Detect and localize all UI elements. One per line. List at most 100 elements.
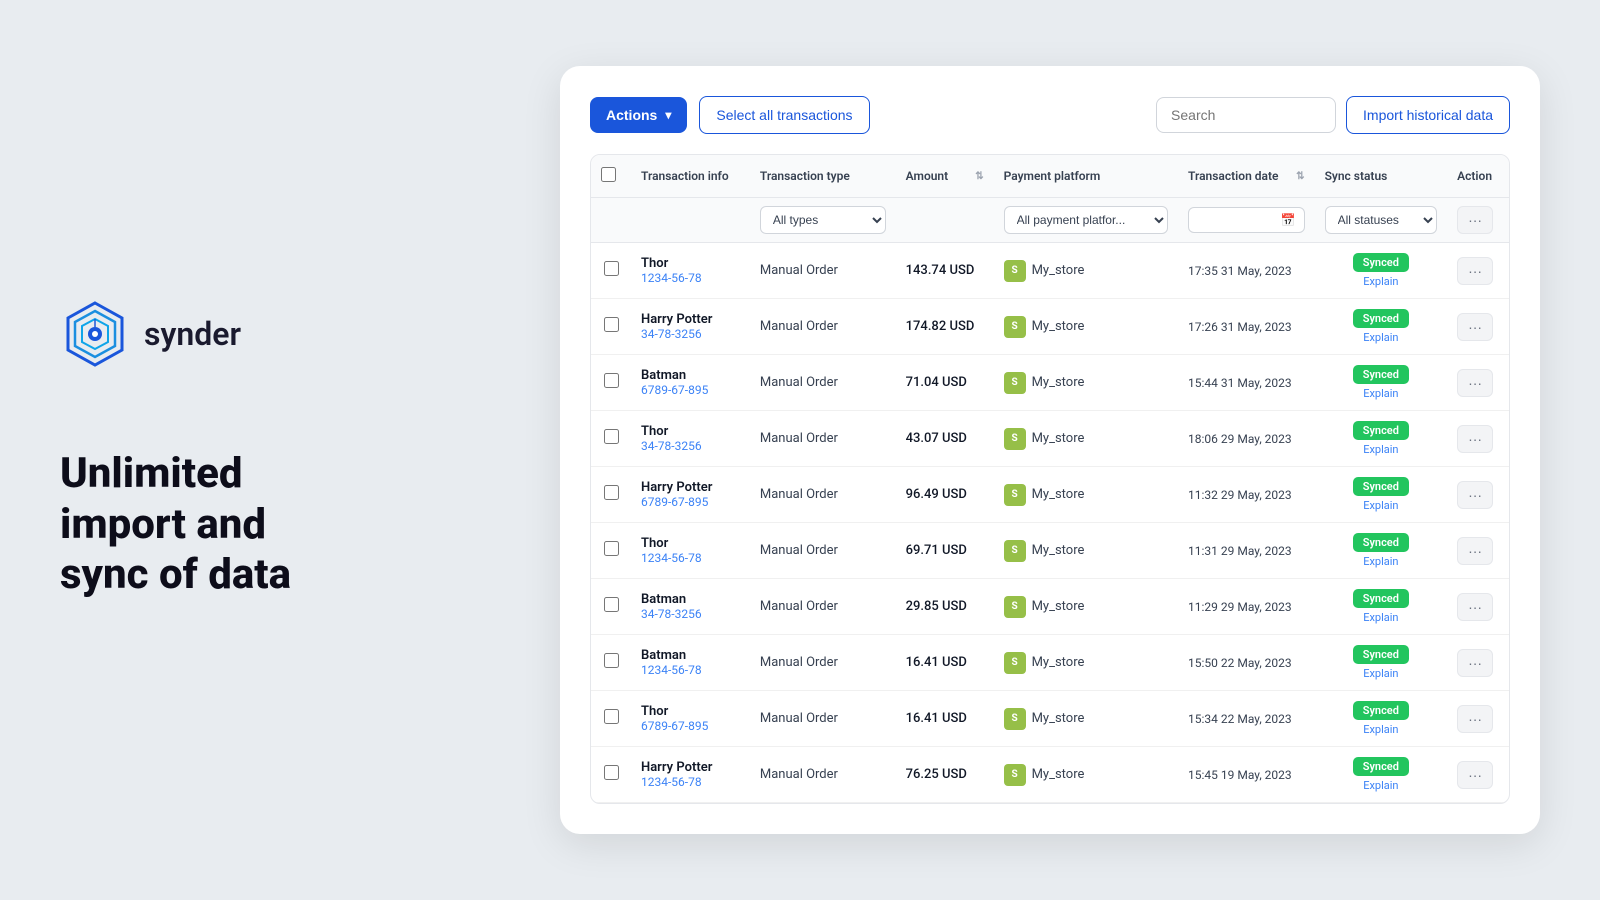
synced-badge: Synced (1353, 421, 1409, 440)
row-id[interactable]: 1234-56-78 (641, 551, 740, 565)
row-checkbox-6[interactable] (604, 597, 619, 612)
row-id[interactable]: 34-78-3256 (641, 607, 740, 621)
row-amount: 16.41 USD (896, 691, 994, 747)
row-more-button[interactable]: ··· (1457, 481, 1493, 509)
row-type: Manual Order (750, 243, 896, 299)
transactions-table: Transaction info Transaction type Amount… (591, 155, 1509, 803)
search-input[interactable] (1156, 97, 1336, 133)
row-more-button[interactable]: ··· (1457, 761, 1493, 789)
row-id[interactable]: 1234-56-78 (641, 271, 740, 285)
filter-amount-cell (896, 198, 994, 243)
row-id[interactable]: 1234-56-78 (641, 775, 740, 789)
row-id[interactable]: 6789-67-895 (641, 383, 740, 397)
row-sync-status: Synced Explain (1315, 467, 1448, 523)
row-transaction-info: Harry Potter 6789-67-895 (631, 467, 750, 523)
row-checkbox-cell (591, 691, 631, 747)
table-row: Harry Potter 6789-67-895 Manual Order 96… (591, 467, 1509, 523)
transactions-card: Actions ▾ Select all transactions Import… (560, 66, 1540, 834)
synced-badge: Synced (1353, 757, 1409, 776)
explain-link[interactable]: Explain (1363, 555, 1398, 568)
row-type: Manual Order (750, 411, 896, 467)
table-row: Harry Potter 34-78-3256 Manual Order 174… (591, 299, 1509, 355)
row-checkbox-3[interactable] (604, 429, 619, 444)
row-name: Batman (641, 592, 740, 607)
row-date: 15:34 22 May, 2023 (1178, 691, 1315, 747)
row-amount: 69.71 USD (896, 523, 994, 579)
select-all-checkbox[interactable] (601, 167, 616, 182)
row-checkbox-2[interactable] (604, 373, 619, 388)
row-action-cell: ··· (1447, 747, 1509, 803)
calendar-icon[interactable]: 📅 (1281, 213, 1296, 227)
row-checkbox-0[interactable] (604, 261, 619, 276)
row-more-button[interactable]: ··· (1457, 313, 1493, 341)
row-checkbox-5[interactable] (604, 541, 619, 556)
explain-link[interactable]: Explain (1363, 611, 1398, 624)
explain-link[interactable]: Explain (1363, 499, 1398, 512)
row-amount: 29.85 USD (896, 579, 994, 635)
th-sync-status: Sync status (1315, 155, 1448, 198)
explain-link[interactable]: Explain (1363, 667, 1398, 680)
row-id[interactable]: 1234-56-78 (641, 663, 740, 677)
platform-filter-select[interactable]: All payment platfor... (1004, 206, 1168, 234)
synced-badge: Synced (1353, 645, 1409, 664)
row-more-button[interactable]: ··· (1457, 425, 1493, 453)
explain-link[interactable]: Explain (1363, 779, 1398, 792)
explain-link[interactable]: Explain (1363, 275, 1398, 288)
explain-link[interactable]: Explain (1363, 723, 1398, 736)
row-checkbox-7[interactable] (604, 653, 619, 668)
actions-button[interactable]: Actions ▾ (590, 97, 687, 133)
platform-name: My_store (1032, 711, 1085, 726)
row-id[interactable]: 6789-67-895 (641, 495, 740, 509)
row-more-button[interactable]: ··· (1457, 257, 1493, 285)
explain-link[interactable]: Explain (1363, 387, 1398, 400)
explain-link[interactable]: Explain (1363, 331, 1398, 344)
import-historical-button[interactable]: Import historical data (1346, 96, 1510, 134)
platform-name: My_store (1032, 375, 1085, 390)
row-checkbox-1[interactable] (604, 317, 619, 332)
row-checkbox-4[interactable] (604, 485, 619, 500)
th-amount-label: Amount (906, 169, 949, 183)
tagline: Unlimited import and sync of data (60, 449, 360, 600)
row-action-cell: ··· (1447, 523, 1509, 579)
brand-name: synder (144, 315, 241, 353)
row-date: 11:32 29 May, 2023 (1178, 467, 1315, 523)
row-action-cell: ··· (1447, 579, 1509, 635)
explain-link[interactable]: Explain (1363, 443, 1398, 456)
amount-resize-handle[interactable]: ⇅ (975, 171, 983, 182)
row-checkbox-cell (591, 635, 631, 691)
chevron-down-icon: ▾ (665, 108, 671, 122)
row-more-button[interactable]: ··· (1457, 649, 1493, 677)
row-more-button[interactable]: ··· (1457, 593, 1493, 621)
row-transaction-info: Batman 34-78-3256 (631, 579, 750, 635)
shopify-icon: S (1004, 764, 1026, 786)
table-row: Harry Potter 1234-56-78 Manual Order 76.… (591, 747, 1509, 803)
synced-badge: Synced (1353, 309, 1409, 328)
search-area: Import historical data (1156, 96, 1510, 134)
row-more-button[interactable]: ··· (1457, 369, 1493, 397)
row-more-button[interactable]: ··· (1457, 705, 1493, 733)
filter-more-button[interactable]: ··· (1457, 206, 1493, 234)
shopify-icon: S (1004, 428, 1026, 450)
left-panel: synder Unlimited import and sync of data (0, 0, 420, 900)
status-filter-select[interactable]: All statuses Synced (1325, 206, 1438, 234)
row-id[interactable]: 34-78-3256 (641, 327, 740, 341)
row-amount: 143.74 USD (896, 243, 994, 299)
date-resize-handle[interactable]: ⇅ (1296, 171, 1304, 182)
row-date: 11:31 29 May, 2023 (1178, 523, 1315, 579)
type-filter-select[interactable]: All types Manual Order (760, 206, 886, 234)
row-id[interactable]: 6789-67-895 (641, 719, 740, 733)
filter-platform-cell: All payment platfor... (994, 198, 1178, 243)
row-checkbox-9[interactable] (604, 765, 619, 780)
row-date: 11:29 29 May, 2023 (1178, 579, 1315, 635)
row-platform: S My_store (994, 243, 1178, 299)
select-all-button[interactable]: Select all transactions (699, 96, 869, 134)
row-checkbox-cell (591, 467, 631, 523)
th-payment-platform: Payment platform (994, 155, 1178, 198)
row-more-button[interactable]: ··· (1457, 537, 1493, 565)
row-id[interactable]: 34-78-3256 (641, 439, 740, 453)
row-checkbox-8[interactable] (604, 709, 619, 724)
table-row: Thor 6789-67-895 Manual Order 16.41 USD … (591, 691, 1509, 747)
date-filter-input[interactable]: 📅 (1188, 207, 1305, 233)
th-amount: Amount ⇅ (896, 155, 994, 198)
shopify-icon: S (1004, 484, 1026, 506)
